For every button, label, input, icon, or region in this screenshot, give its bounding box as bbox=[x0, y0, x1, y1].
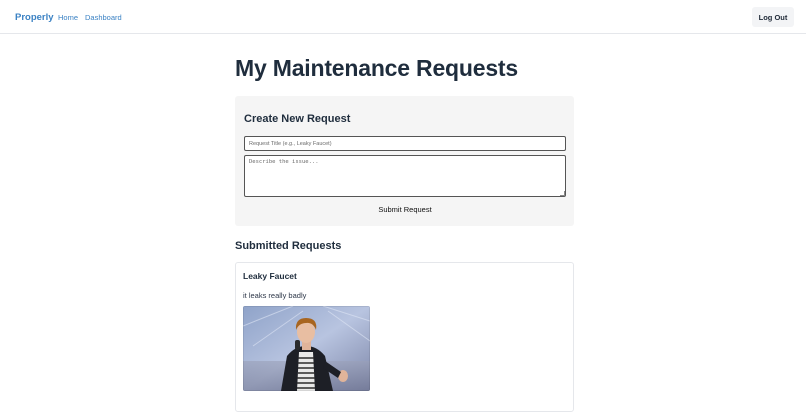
top-navbar: Properly Home Dashboard Log Out bbox=[0, 0, 806, 34]
submit-request-button[interactable]: Submit Request bbox=[365, 203, 445, 215]
brand-logo-link[interactable]: Properly bbox=[15, 12, 54, 23]
request-card: Leaky Faucet it leaks really badly bbox=[235, 262, 574, 412]
nav-link-dashboard[interactable]: Dashboard bbox=[85, 13, 122, 22]
request-description-textarea[interactable] bbox=[244, 155, 566, 197]
page-title: My Maintenance Requests bbox=[235, 55, 518, 81]
request-photo bbox=[243, 306, 370, 391]
create-request-heading: Create New Request bbox=[244, 113, 351, 125]
request-title: Leaky Faucet bbox=[243, 271, 297, 281]
create-request-card: Create New Request Submit Request bbox=[235, 96, 574, 226]
textarea-resize-handle[interactable] bbox=[560, 191, 565, 196]
submitted-requests-heading: Submitted Requests bbox=[235, 240, 342, 252]
request-photo-image bbox=[243, 306, 370, 391]
request-description: it leaks really badly bbox=[243, 291, 307, 300]
logout-button[interactable]: Log Out bbox=[752, 7, 794, 27]
request-title-input[interactable] bbox=[244, 136, 566, 151]
nav-link-home[interactable]: Home bbox=[58, 13, 78, 22]
